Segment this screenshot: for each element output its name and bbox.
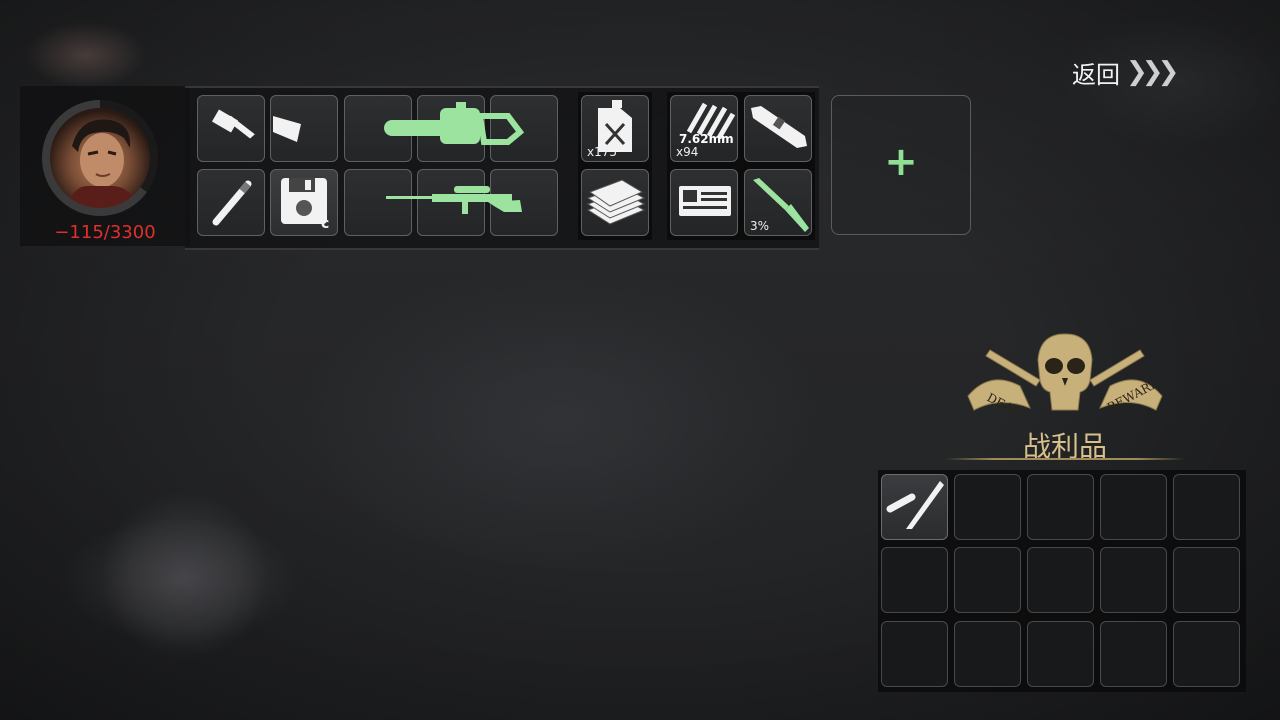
avatar-portrait-icon [66, 119, 140, 208]
loot-slot-6[interactable] [881, 547, 948, 613]
dead-reward-skull-emblem: DEAD REWARD [967, 333, 1163, 420]
plus-icon: + [884, 139, 918, 185]
loot-slot-15[interactable] [1173, 621, 1240, 687]
pencil-icon [212, 180, 252, 226]
sniper-rifle-icon [386, 186, 522, 214]
loot-slot-12[interactable] [954, 621, 1021, 687]
hp-text: −115/3300 [54, 222, 156, 243]
save-disk-slot[interactable]: c [270, 169, 338, 236]
svg-text:c: c [321, 216, 329, 232]
knife-durability: 3% [750, 219, 770, 233]
ammo-caliber: 7.62mm [679, 132, 734, 146]
floppy-disk-icon: c [281, 178, 329, 232]
loot-slot-1[interactable] [881, 474, 948, 540]
flashlight-slot-extension[interactable] [270, 95, 338, 162]
loot-slot-10[interactable] [1173, 547, 1240, 613]
pen-slot[interactable] [197, 169, 265, 236]
avatar[interactable] [50, 108, 150, 208]
loot-slot-14[interactable] [1100, 621, 1167, 687]
id-card-icon [679, 186, 731, 216]
avatar-ring [42, 100, 158, 216]
fuel-can-slot[interactable]: x175 [581, 95, 649, 162]
add-slot-button[interactable]: + [831, 95, 971, 235]
loot-slot-11[interactable] [881, 621, 948, 687]
knife-slot[interactable]: 3% [744, 169, 812, 236]
loot-slot-8[interactable] [1027, 547, 1094, 613]
back-label: 返回 [1072, 60, 1120, 89]
loot-divider [945, 458, 1185, 460]
back-button[interactable]: 返回 ❯❯❯ [1072, 56, 1179, 89]
flashlight-slot[interactable] [197, 95, 265, 162]
loot-slot-2[interactable] [954, 474, 1021, 540]
chevron-right-icon: ❯❯❯ [1126, 57, 1179, 87]
virtual-joystick[interactable] [100, 490, 270, 660]
ammo-slot[interactable]: 7.62mm x94 [670, 95, 738, 162]
chainsaw-icon [384, 102, 525, 145]
pen-knife-icon [886, 481, 944, 529]
cash-stack-icon [586, 179, 646, 225]
scope-slot[interactable] [744, 95, 812, 162]
flashlight-icon [211, 109, 255, 139]
fuel-count: x175 [587, 145, 618, 159]
player-panel: −115/3300 [20, 86, 190, 246]
ammo-count: x94 [676, 145, 699, 159]
cash-slot[interactable] [581, 169, 649, 236]
rifle-scope-icon [751, 106, 807, 148]
loot-slot-5[interactable] [1173, 474, 1240, 540]
loot-slot-3[interactable] [1027, 474, 1094, 540]
loot-slot-4[interactable] [1100, 474, 1167, 540]
loot-slot-13[interactable] [1027, 621, 1094, 687]
flashlight-head-icon [273, 116, 301, 142]
loot-slot-9[interactable] [1100, 547, 1167, 613]
id-card-slot[interactable] [670, 169, 738, 236]
loot-slot-7[interactable] [954, 547, 1021, 613]
